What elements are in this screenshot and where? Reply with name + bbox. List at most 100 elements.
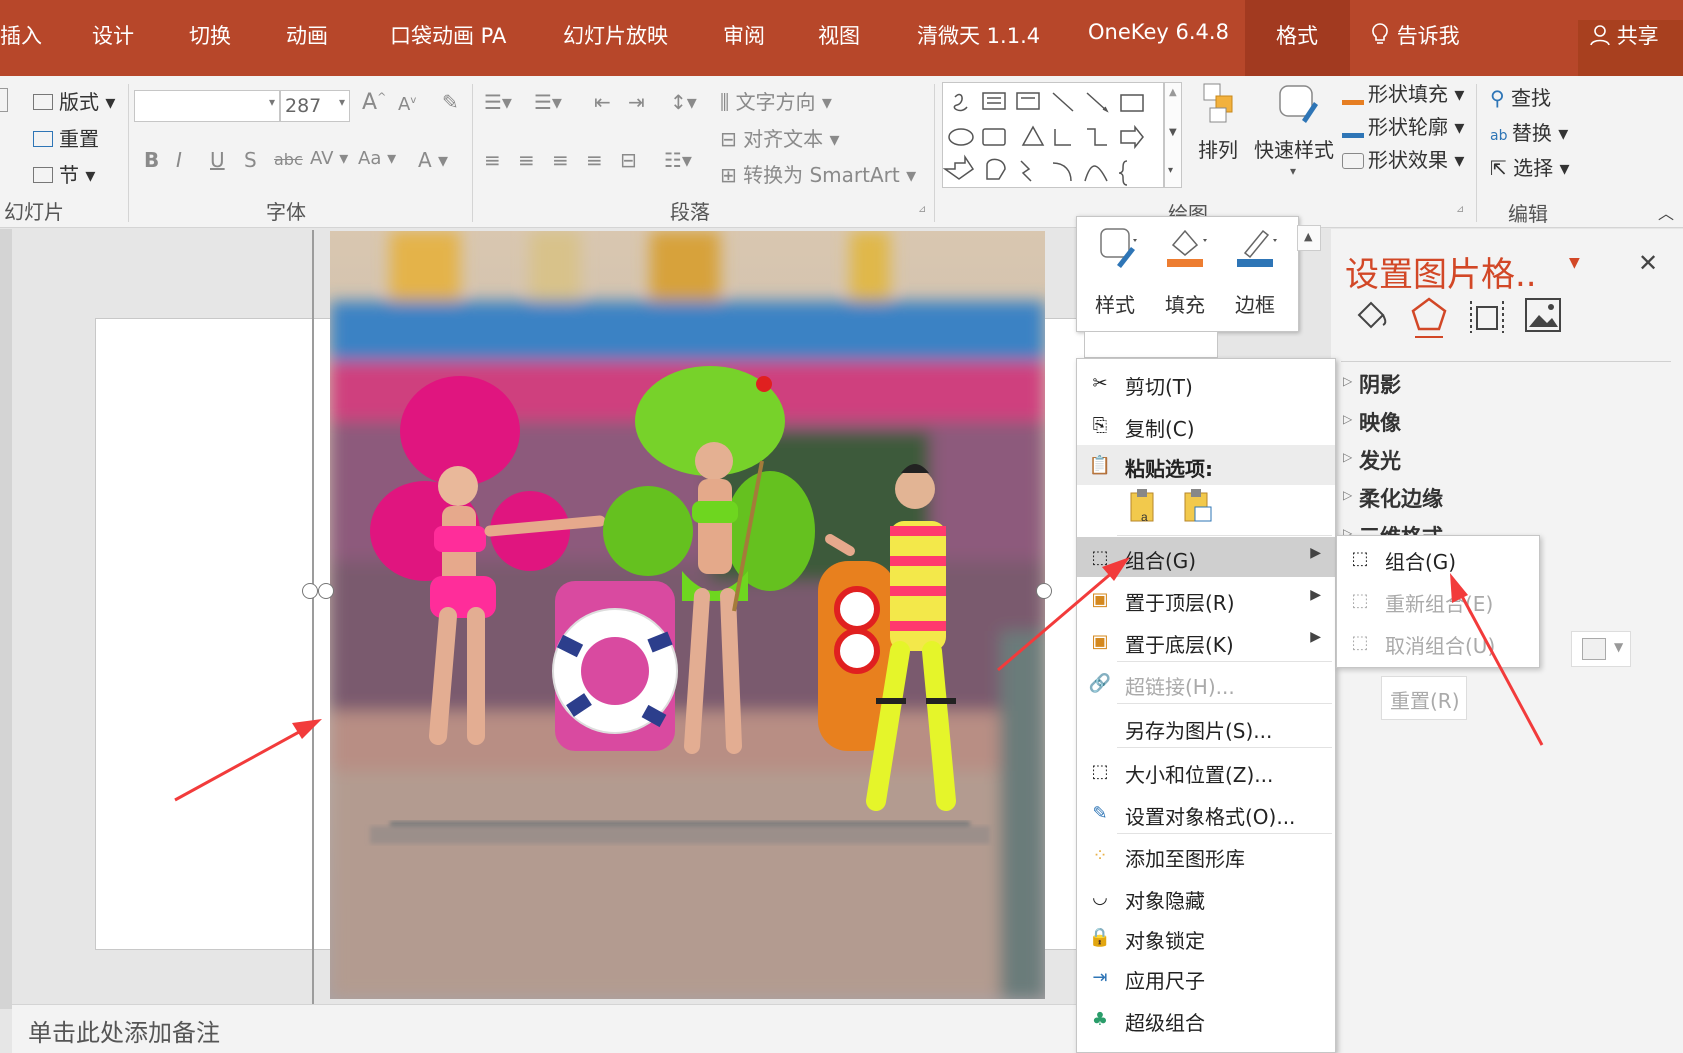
submenu-item-ungroup[interactable]: ⬚ 取消组合(U) (1337, 622, 1539, 662)
convert-smartart-button[interactable]: ⊞ 转换为 SmartArt ▾ (720, 159, 916, 188)
change-case-icon[interactable]: Aa ▾ (358, 148, 396, 169)
menu-item-copy[interactable]: ⎘ 复制(C) (1077, 405, 1335, 445)
menu-item-hyperlink[interactable]: 🔗 超链接(H)... (1077, 663, 1335, 703)
columns-icon[interactable]: ☷▾ (664, 148, 692, 172)
mini-border-button[interactable]: 边框 (1227, 225, 1287, 321)
replace-button[interactable]: ab 替换 ▾ (1490, 117, 1568, 146)
pane-reset-button[interactable]: 重置(R) (1381, 676, 1467, 720)
size-properties-tab-icon[interactable] (1467, 297, 1507, 337)
tab-transitions[interactable]: 切换 (189, 20, 231, 50)
picture-tab-icon[interactable] (1523, 295, 1563, 335)
picture-reset-dropdown[interactable]: ▼ (1571, 631, 1631, 667)
tab-view[interactable]: 视图 (818, 20, 860, 50)
arrange-button[interactable]: 排列 (1190, 80, 1248, 190)
clear-format-icon[interactable]: ✎ (442, 90, 459, 114)
layout-button[interactable]: 版式 ▾ (33, 86, 115, 115)
section-soft-edges[interactable]: ▷ 柔化边缘 (1343, 483, 1443, 513)
align-left-icon[interactable]: ≡ (484, 148, 501, 172)
menu-item-hide-object[interactable]: ◡ 对象隐藏 (1077, 877, 1335, 917)
dialog-launcher-icon[interactable]: ⊿ (1456, 204, 1464, 215)
menu-item-save-as-picture[interactable]: 另存为图片(S)... (1077, 707, 1335, 747)
gallery-more-icon[interactable]: ▾ (1168, 165, 1173, 176)
shape-fill-button[interactable]: 形状填充 ▾ (1342, 78, 1464, 107)
char-spacing-icon[interactable]: AV ▾ (310, 148, 348, 169)
tab-onekey[interactable]: OneKey 6.4.8 (1088, 20, 1229, 44)
section-button[interactable]: 节 ▾ (33, 159, 95, 188)
strikethrough-icon[interactable]: abc (274, 150, 303, 169)
text-direction-button[interactable]: ⫼ 文字方向 ▾ (720, 86, 832, 115)
italic-icon[interactable]: I (176, 148, 182, 172)
mini-scroll-up[interactable]: ▲ (1297, 225, 1321, 251)
menu-item-add-to-library[interactable]: ⁘ 添加至图形库 (1077, 835, 1335, 875)
share-button[interactable]: 共享 (1590, 20, 1659, 50)
align-right-icon[interactable]: ≡ (552, 148, 569, 172)
tab-qingweitian[interactable]: 清微天 1.1.4 (917, 20, 1040, 50)
bold-icon[interactable]: B (144, 148, 159, 172)
close-icon[interactable]: ✕ (1638, 249, 1658, 277)
mini-fill-button[interactable]: 填充 (1157, 225, 1217, 321)
menu-item-send-to-back[interactable]: ▣ 置于底层(K) ▶ (1077, 621, 1335, 661)
dialog-launcher-icon[interactable]: ⊿ (918, 204, 926, 215)
line-spacing-icon[interactable]: ↕▾ (670, 90, 697, 114)
tab-design[interactable]: 设计 (92, 20, 134, 50)
increase-indent-icon[interactable]: ⇥ (628, 90, 645, 114)
numbering-icon[interactable]: ☰▾ (534, 90, 562, 114)
section-glow[interactable]: ▷ 发光 (1343, 445, 1401, 475)
quick-styles-button[interactable]: 快速样式 ▾ (1252, 80, 1338, 190)
tab-review[interactable]: 审阅 (723, 20, 765, 50)
section-reflection[interactable]: ▷ 映像 (1343, 407, 1401, 437)
menu-item-size-position[interactable]: ⬚ 大小和位置(Z)... (1077, 751, 1335, 791)
menu-item-format-object[interactable]: ✎ 设置对象格式(O)... (1077, 793, 1335, 833)
menu-item-super-group[interactable]: ♣ 超级组合 (1077, 999, 1335, 1039)
shapes-gallery-scroll[interactable]: ▲ ▼ ▾ (1164, 82, 1182, 188)
resize-handle-left[interactable] (302, 583, 318, 599)
distribute-icon[interactable]: ⊟ (620, 148, 637, 172)
tell-me-search[interactable]: 告诉我 (1370, 20, 1460, 50)
font-name-input[interactable]: ▾ (134, 90, 280, 122)
paste-as-picture-icon[interactable] (1181, 487, 1217, 527)
tab-pocket-animation[interactable]: 口袋动画 PA (390, 20, 506, 50)
submenu-item-regroup[interactable]: ⬚ 重新组合(E) (1337, 580, 1539, 620)
decrease-font-icon[interactable]: Av (398, 94, 416, 115)
menu-item-lock-object[interactable]: 🔒 对象锁定 (1077, 917, 1335, 957)
resize-handle-right[interactable] (1036, 583, 1052, 599)
justify-icon[interactable]: ≡ (586, 148, 603, 172)
select-button[interactable]: ⇱ 选择 ▾ (1490, 152, 1570, 181)
tab-slideshow[interactable]: 幻灯片放映 (563, 20, 668, 50)
menu-item-cut[interactable]: ✂ 剪切(T) (1077, 363, 1335, 403)
align-text-button[interactable]: ⊟ 对齐文本 ▾ (720, 123, 840, 152)
align-center-icon[interactable]: ≡ (518, 148, 535, 172)
tab-animations[interactable]: 动画 (286, 20, 328, 50)
tab-insert[interactable]: 插入 (0, 20, 42, 50)
menu-item-apply-ruler[interactable]: ⇥ 应用尺子 (1077, 957, 1335, 997)
shape-outline-button[interactable]: 形状轮廓 ▾ (1342, 111, 1464, 140)
reset-button[interactable]: 重置 (33, 123, 99, 152)
scroll-up-icon[interactable]: ▲ (1169, 87, 1177, 98)
new-slide-icon[interactable] (0, 88, 8, 112)
decrease-indent-icon[interactable]: ⇤ (594, 90, 611, 114)
underline-icon[interactable]: U (210, 148, 225, 172)
increase-font-icon[interactable]: A^ (362, 90, 386, 115)
shadow-text-icon[interactable]: S (244, 148, 257, 172)
shapes-gallery[interactable] (942, 82, 1164, 188)
resize-handle-left-2[interactable] (318, 583, 334, 599)
collapse-ribbon-icon[interactable]: ︿ (1658, 200, 1674, 224)
fill-line-tab-icon[interactable] (1351, 295, 1391, 335)
selected-picture[interactable] (330, 231, 1045, 999)
shape-effects-button[interactable]: 形状效果 ▾ (1342, 144, 1464, 173)
bullets-icon[interactable]: ☰▾ (484, 90, 512, 114)
effects-tab-icon[interactable] (1409, 295, 1449, 339)
notes-pane[interactable]: 单击此处添加备注 (12, 1004, 1077, 1053)
scroll-down-icon[interactable]: ▼ (1169, 127, 1177, 138)
mini-style-button[interactable]: 样式 (1087, 225, 1147, 321)
tab-format[interactable]: 格式 (1276, 20, 1318, 50)
font-size-input[interactable]: 287 ▾ (280, 90, 350, 122)
font-color-icon[interactable]: A ▾ (418, 148, 448, 172)
find-button[interactable]: ⚲ 查找 (1490, 82, 1551, 111)
pane-options-chevron-icon[interactable]: ▼ (1569, 255, 1580, 271)
section-shadow[interactable]: ▷ 阴影 (1343, 369, 1401, 399)
submenu-item-group[interactable]: ⬚ 组合(G) (1337, 538, 1539, 578)
menu-item-bring-to-front[interactable]: ▣ 置于顶层(R) ▶ (1077, 579, 1335, 619)
menu-item-group[interactable]: ⬚ 组合(G) ▶ (1077, 537, 1335, 577)
paste-keep-text-icon[interactable]: a (1127, 487, 1163, 527)
